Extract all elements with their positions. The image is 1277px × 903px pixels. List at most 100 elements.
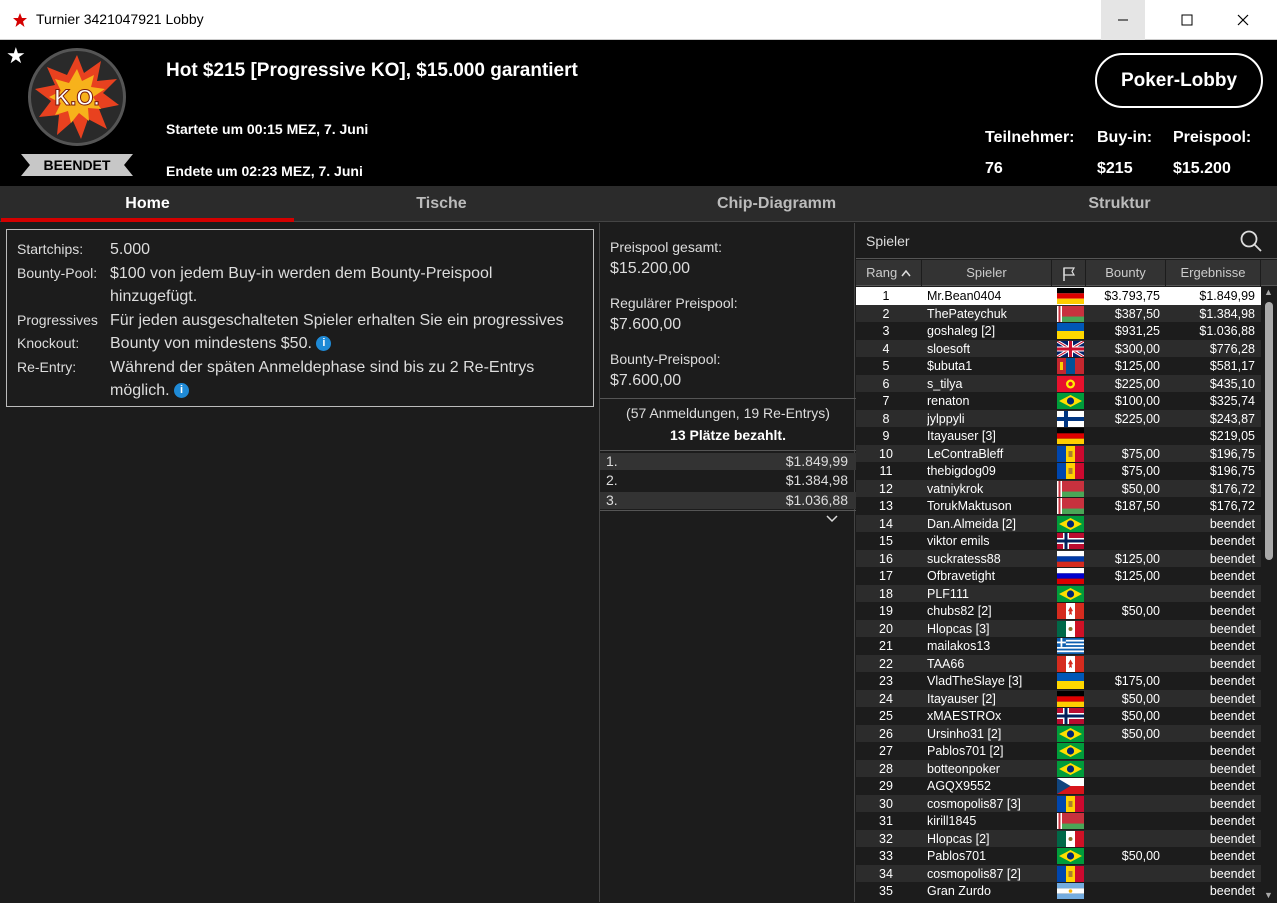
tab-home[interactable]: Home [1, 186, 294, 222]
player-row[interactable]: 2 ThePateychuk $387,50 $1.384,98 [856, 304, 1261, 322]
player-row[interactable]: 19 chubs82 [2] $50,00 beendet [856, 602, 1261, 620]
players-scrollbar[interactable]: ▲ ▼ [1262, 287, 1276, 902]
player-rank: 12 [879, 481, 893, 496]
player-row[interactable]: 30 cosmopolis87 [3] beendet [856, 794, 1261, 812]
pko-value: Für jeden ausgeschalteten Spieler erhalt… [110, 312, 564, 352]
player-rank: 21 [879, 639, 893, 653]
player-result: beendet [1209, 814, 1255, 828]
info-icon[interactable]: i [174, 383, 190, 399]
player-row[interactable]: 23 VladTheSlaye [3] $175,00 beendet [856, 672, 1261, 690]
player-row[interactable]: 27 Pablos701 [2] beendet [856, 742, 1261, 760]
player-row[interactable]: 15 viktor emils beendet [856, 532, 1261, 550]
maximize-button[interactable] [1165, 0, 1209, 40]
player-row[interactable]: 13 TorukMaktuson $187,50 $176,72 [856, 497, 1261, 515]
poker-lobby-button[interactable]: Poker-Lobby [1095, 53, 1263, 108]
player-name: vatniykrok [927, 481, 984, 496]
player-row[interactable]: 22 TAA66 beendet [856, 654, 1261, 672]
column-country[interactable] [1052, 260, 1086, 286]
player-row[interactable]: 10 LeContraBleff $75,00 $196,75 [856, 444, 1261, 462]
bounty-prizepool-value: $7.600,00 [610, 372, 682, 389]
country-flag-icon-de [1057, 428, 1084, 444]
player-name: goshaleg [2] [927, 324, 996, 338]
expand-payouts-chevron-icon[interactable] [826, 512, 838, 526]
player-row[interactable]: 29 AGQX9552 beendet [856, 777, 1261, 795]
player-row[interactable]: 9 Itayauser [3] $219,05 [856, 427, 1261, 445]
tab-struktur[interactable]: Struktur [973, 186, 1266, 222]
payout-row: 3. $1.036,88 [600, 492, 856, 509]
player-row[interactable]: 28 botteonpoker beendet [856, 759, 1261, 777]
player-row[interactable]: 4 sloesoft $300,00 $776,28 [856, 339, 1261, 358]
buyin-label: Buy-in: [1097, 129, 1153, 146]
player-row[interactable]: 12 vatniykrok $50,00 $176,72 [856, 479, 1261, 497]
tab-chip-diagramm[interactable]: Chip-Diagramm [630, 186, 923, 222]
player-row[interactable]: 14 Dan.Almeida [2] beendet [856, 514, 1261, 532]
scroll-thumb[interactable] [1265, 302, 1273, 560]
search-icon[interactable] [1239, 229, 1263, 253]
player-row[interactable]: 16 suckratess88 $125,00 beendet [856, 549, 1261, 567]
player-row[interactable]: 25 xMAESTROx $50,00 beendet [856, 707, 1261, 725]
player-row[interactable]: 18 PLF111 beendet [856, 584, 1261, 602]
player-name: botteonpoker [927, 761, 1000, 776]
prizepool-value: $15.200 [1173, 160, 1231, 177]
player-rank: 3 [882, 324, 890, 338]
player-row[interactable]: 21 mailakos13 beendet [856, 637, 1261, 655]
player-row[interactable]: 20 Hlopcas [3] beendet [856, 619, 1261, 637]
player-row[interactable]: 11 thebigdog09 $75,00 $196,75 [856, 462, 1261, 480]
player-result: beendet [1209, 691, 1255, 706]
player-row[interactable]: 6 s_tilya $225,00 $435,10 [856, 374, 1261, 392]
minimize-icon [1118, 19, 1128, 21]
player-name: cosmopolis87 [3] [927, 796, 1021, 811]
player-search[interactable]: Spieler [856, 223, 1277, 259]
player-bounty: $225,00 [1114, 411, 1160, 426]
svg-text:K.O.: K.O. [54, 85, 99, 110]
player-bounty: $125,00 [1114, 551, 1160, 566]
country-flag-icon-md [1057, 795, 1084, 812]
column-rank[interactable]: Rang [856, 260, 922, 286]
flag-icon [1062, 266, 1075, 281]
player-row[interactable]: 1 Mr.Bean0404 $3.793,75 $1.849,99 [856, 287, 1261, 305]
player-row[interactable]: 33 Pablos701 $50,00 beendet [856, 847, 1261, 865]
bounty-pool-value: $100 von jedem Buy-in werden dem Bounty-… [110, 265, 493, 305]
total-prizepool-label: Preispool gesamt: [610, 239, 723, 255]
player-result: beendet [1209, 569, 1255, 583]
pko-label: Progressives Knockout: [17, 312, 98, 351]
player-name: AGQX9552 [927, 779, 991, 793]
player-bounty: $3.793,75 [1104, 289, 1160, 303]
reentry-value: Während der späten Anmeldephase sind bis… [110, 359, 535, 399]
player-row[interactable]: 24 Itayauser [2] $50,00 beendet [856, 689, 1261, 707]
player-name: ThePateychuk [927, 306, 1007, 321]
scroll-up-icon[interactable]: ▲ [1264, 287, 1273, 297]
player-row[interactable]: 7 renaton $100,00 $325,74 [856, 392, 1261, 410]
player-rank: 20 [879, 621, 893, 636]
player-result: beendet [1209, 639, 1255, 653]
player-row[interactable]: 17 Ofbravetight $125,00 beendet [856, 567, 1261, 585]
player-result: $325,74 [1209, 394, 1255, 408]
player-row[interactable]: 34 cosmopolis87 [2] beendet [856, 864, 1261, 882]
favorite-star-icon[interactable]: ★ [6, 43, 26, 69]
column-bounty[interactable]: Bounty [1086, 260, 1166, 286]
player-rank: 28 [879, 761, 893, 776]
close-button[interactable] [1221, 0, 1265, 40]
reentry-label: Re-Entry: [17, 359, 77, 375]
column-player[interactable]: Spieler [922, 260, 1052, 286]
player-rank: 18 [879, 586, 893, 601]
player-name: jylppyli [927, 411, 965, 426]
player-row[interactable]: 26 Ursinho31 [2] $50,00 beendet [856, 724, 1261, 742]
country-flag-icon-br [1057, 393, 1084, 409]
info-icon[interactable]: i [316, 336, 332, 352]
player-row[interactable]: 3 goshaleg [2] $931,25 $1.036,88 [856, 322, 1261, 340]
player-name: Dan.Almeida [2] [927, 516, 1016, 531]
player-row[interactable]: 35 Gran Zurdo beendet [856, 882, 1261, 900]
player-row[interactable]: 8 jylppyli $225,00 $243,87 [856, 409, 1261, 427]
divider [600, 510, 856, 511]
player-row[interactable]: 31 kirill1845 beendet [856, 812, 1261, 830]
player-rank: 34 [879, 866, 893, 881]
country-flag-icon-no [1057, 533, 1084, 549]
player-row[interactable]: 5 $ubuta1 $125,00 $581,17 [856, 357, 1261, 375]
column-result[interactable]: Ergebnisse [1166, 260, 1261, 286]
player-row[interactable]: 32 Hlopcas [2] beendet [856, 829, 1261, 847]
scroll-down-icon[interactable]: ▼ [1264, 890, 1273, 900]
player-rank: 10 [879, 446, 893, 461]
minimize-button[interactable] [1101, 0, 1145, 40]
tab-tische[interactable]: Tische [295, 186, 588, 222]
